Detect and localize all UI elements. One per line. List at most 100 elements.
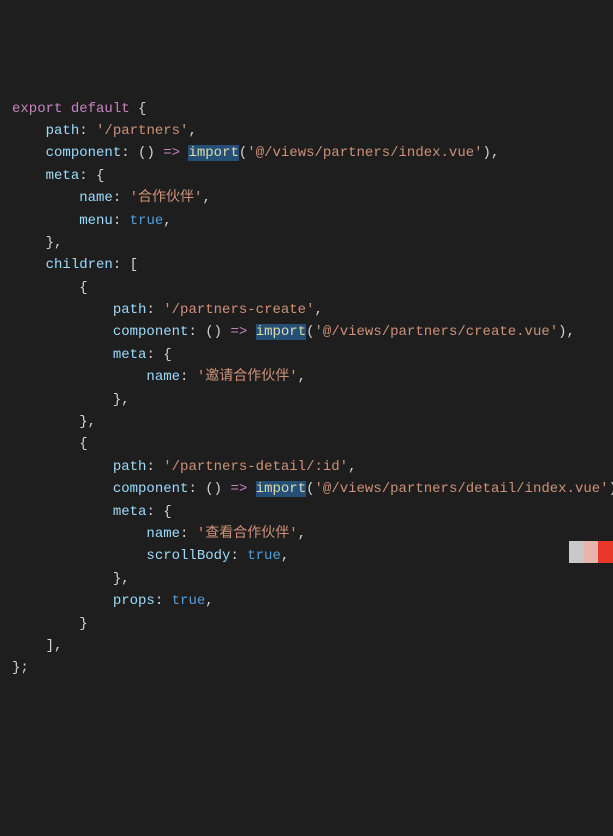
token-punc: ,: [348, 459, 356, 475]
code-line[interactable]: children: [: [12, 254, 601, 276]
code-line[interactable]: export default {: [12, 98, 601, 120]
token-punc: : {: [79, 168, 104, 184]
code-line[interactable]: name: '查看合作伙伴',: [12, 523, 601, 545]
token-punc: :: [180, 369, 197, 385]
token-str: '邀请合作伙伴': [197, 369, 298, 385]
token-key: menu: [79, 213, 113, 229]
code-line[interactable]: component: () => import('@/views/partner…: [12, 478, 601, 500]
code-line[interactable]: path: '/partners',: [12, 120, 601, 142]
token-sel: import: [256, 324, 306, 340]
token-punc: :: [146, 302, 163, 318]
code-line[interactable]: path: '/partners-detail/:id',: [12, 456, 601, 478]
token-kw: =>: [230, 481, 247, 497]
token-punc: :: [230, 548, 247, 564]
code-line[interactable]: menu: true,: [12, 210, 601, 232]
token-sel: import: [256, 481, 306, 497]
token-punc: ],: [12, 638, 62, 654]
token-punc: {: [138, 101, 146, 117]
token-text: [12, 324, 113, 340]
token-kw: default: [71, 101, 138, 117]
token-str: '/partners-detail/:id': [163, 459, 348, 475]
code-line[interactable]: path: '/partners-create',: [12, 299, 601, 321]
token-str: '查看合作伙伴': [197, 526, 298, 542]
code-line[interactable]: name: '邀请合作伙伴',: [12, 366, 601, 388]
token-key: name: [79, 190, 113, 206]
code-line[interactable]: meta: {: [12, 501, 601, 523]
token-key: name: [146, 526, 180, 542]
token-text: [12, 593, 113, 609]
token-key: children: [46, 257, 113, 273]
token-text: [12, 347, 113, 363]
token-punc: : [: [113, 257, 138, 273]
code-line[interactable]: },: [12, 232, 601, 254]
code-line[interactable]: {: [12, 277, 601, 299]
code-editor[interactable]: export default { path: '/partners', comp…: [12, 98, 601, 680]
token-kw: export: [12, 101, 71, 117]
code-line[interactable]: },: [12, 411, 601, 433]
pixelated-corner: [569, 541, 613, 563]
token-str: '@/views/partners/detail/index.vue': [315, 481, 609, 497]
token-key: path: [46, 123, 80, 139]
token-bool: true: [172, 593, 206, 609]
token-punc: {: [12, 436, 88, 452]
token-key: name: [146, 369, 180, 385]
token-str: '/partners': [96, 123, 188, 139]
token-text: [12, 526, 146, 542]
token-punc: ,: [205, 593, 213, 609]
code-line[interactable]: scrollBody: true,: [12, 545, 601, 567]
token-sel: import: [188, 145, 238, 161]
token-punc: ,: [163, 213, 171, 229]
code-line[interactable]: },: [12, 568, 601, 590]
code-line[interactable]: ],: [12, 635, 601, 657]
token-key: meta: [46, 168, 80, 184]
token-text: [12, 481, 113, 497]
token-text: [12, 213, 79, 229]
token-text: [12, 459, 113, 475]
token-punc: (: [306, 324, 314, 340]
token-punc: ,: [202, 190, 210, 206]
code-line[interactable]: meta: {: [12, 165, 601, 187]
token-punc: ,: [298, 526, 306, 542]
code-line[interactable]: }: [12, 613, 601, 635]
token-key: path: [113, 302, 147, 318]
token-punc: : {: [146, 504, 171, 520]
code-line[interactable]: component: () => import('@/views/partner…: [12, 321, 601, 343]
token-punc: : (): [121, 145, 163, 161]
token-punc: (: [306, 481, 314, 497]
token-bool: true: [130, 213, 164, 229]
token-kw: =>: [163, 145, 180, 161]
token-punc: },: [12, 414, 96, 430]
token-punc: },: [12, 571, 130, 587]
token-text: [12, 123, 46, 139]
code-line[interactable]: name: '合作伙伴',: [12, 187, 601, 209]
token-text: [247, 481, 255, 497]
token-kw: =>: [230, 324, 247, 340]
token-text: [12, 168, 46, 184]
token-key: component: [46, 145, 122, 161]
code-line[interactable]: meta: {: [12, 344, 601, 366]
token-punc: : (): [188, 324, 230, 340]
token-key: props: [113, 593, 155, 609]
token-text: [12, 369, 146, 385]
code-line[interactable]: {: [12, 433, 601, 455]
token-key: component: [113, 324, 189, 340]
code-line[interactable]: component: () => import('@/views/partner…: [12, 142, 601, 164]
code-line[interactable]: },: [12, 389, 601, 411]
token-punc: : {: [146, 347, 171, 363]
token-punc: :: [113, 213, 130, 229]
token-key: path: [113, 459, 147, 475]
token-punc: :: [146, 459, 163, 475]
token-str: '@/views/partners/create.vue': [315, 324, 559, 340]
token-str: '/partners-create': [163, 302, 314, 318]
token-punc: ,: [188, 123, 196, 139]
token-punc: : (): [188, 481, 230, 497]
token-str: '@/views/partners/index.vue': [247, 145, 482, 161]
token-key: component: [113, 481, 189, 497]
token-punc: :: [180, 526, 197, 542]
token-punc: :: [155, 593, 172, 609]
token-key: scrollBody: [146, 548, 230, 564]
code-line[interactable]: };: [12, 657, 601, 679]
code-line[interactable]: props: true,: [12, 590, 601, 612]
token-text: [12, 302, 113, 318]
token-text: [12, 190, 79, 206]
